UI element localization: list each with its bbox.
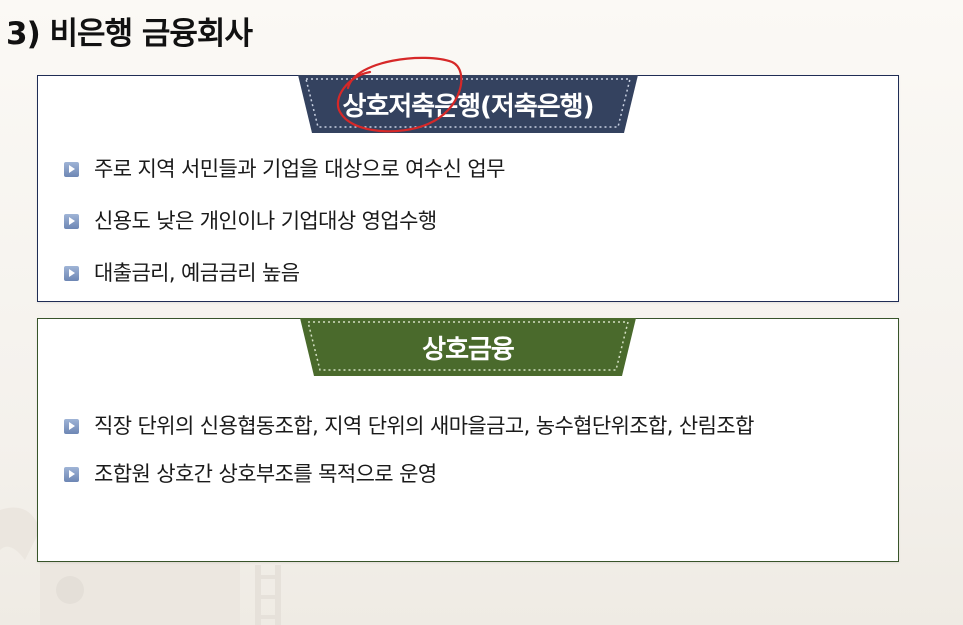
- list-item-text: 신용도 낮은 개인이나 기업대상 영업수행: [94, 209, 437, 233]
- section-heading-banner: 상호금융: [300, 318, 636, 376]
- bullet-arrow-icon: [64, 467, 79, 482]
- list-item: 직장 단위의 신용협동조합, 지역 단위의 새마을금고, 농수협단위조합, 산림…: [62, 411, 794, 442]
- bullet-arrow-icon: [64, 214, 79, 229]
- section-heading: 상호금융: [422, 334, 515, 365]
- section-mutual-finance: 상호금융 직장 단위의 신용협동조합, 지역 단위의 새마을금고, 농수협단위조…: [37, 318, 899, 562]
- bullet-list: 주로 지역 서민들과 기업을 대상으로 여수신 업무 신용도 낮은 개인이나 기…: [62, 154, 878, 310]
- section-heading-banner: 상호저축은행(저축은행): [298, 75, 638, 133]
- list-item: 주로 지역 서민들과 기업을 대상으로 여수신 업무: [62, 154, 878, 185]
- list-item: 대출금리, 예금금리 높음: [62, 258, 878, 289]
- bullet-arrow-icon: [64, 266, 79, 281]
- list-item-text: 직장 단위의 신용협동조합, 지역 단위의 새마을금고, 농수협단위조합, 산림…: [94, 414, 754, 438]
- slide-title: 3) 비은행 금융회사: [6, 16, 253, 52]
- section-savings-bank: 상호저축은행(저축은행) 주로 지역 서민들과 기업을 대상으로 여수신 업무 …: [37, 75, 899, 302]
- list-item-text: 대출금리, 예금금리 높음: [94, 261, 300, 285]
- bullet-list: 직장 단위의 신용협동조합, 지역 단위의 새마을금고, 농수협단위조합, 산림…: [62, 411, 878, 507]
- list-item-text: 주로 지역 서민들과 기업을 대상으로 여수신 업무: [94, 157, 505, 181]
- section-heading: 상호저축은행(저축은행): [342, 91, 595, 122]
- list-item: 조합원 상호간 상호부조를 목적으로 운영: [62, 459, 878, 490]
- bullet-arrow-icon: [64, 162, 79, 177]
- bullet-arrow-icon: [64, 419, 79, 434]
- list-item: 신용도 낮은 개인이나 기업대상 영업수행: [62, 206, 878, 237]
- list-item-text: 조합원 상호간 상호부조를 목적으로 운영: [94, 462, 437, 486]
